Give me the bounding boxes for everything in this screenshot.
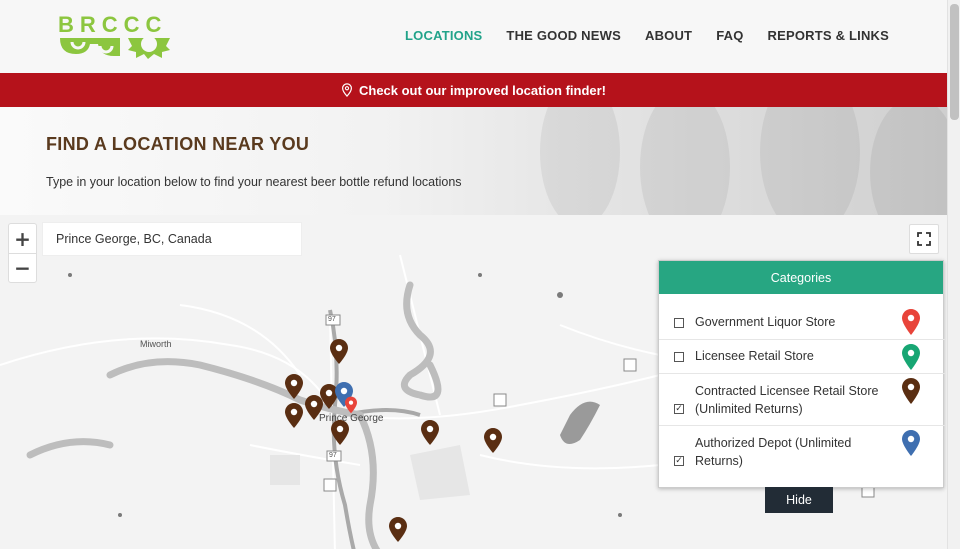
nav-faq[interactable]: FAQ — [716, 28, 743, 43]
marker-contracted-retail[interactable] — [389, 517, 407, 542]
category-checkbox-checked[interactable]: ✓ — [674, 456, 684, 466]
category-label: Government Liquor Store — [695, 315, 836, 329]
marker-contracted-retail[interactable] — [484, 428, 502, 453]
banner-text: Check out our improved location finder! — [358, 82, 607, 98]
map-label-highway: 97 — [329, 452, 337, 459]
brown-map-pin-icon — [902, 378, 920, 404]
scrollbar-thumb[interactable] — [950, 4, 959, 120]
red-map-pin-icon — [902, 309, 920, 335]
brccc-logo[interactable]: BRCCC — [58, 12, 172, 60]
category-checkbox[interactable] — [674, 318, 684, 328]
hero-section: FIND A LOCATION NEAR YOU Type in your lo… — [0, 107, 947, 215]
map-label-highway: 97 — [328, 316, 336, 323]
blue-map-pin-icon — [902, 430, 920, 456]
nav-the-good-news[interactable]: THE GOOD NEWS — [506, 28, 621, 43]
fullscreen-button[interactable] — [909, 224, 939, 254]
zoom-out-button[interactable]: − — [9, 253, 36, 282]
marker-contracted-retail[interactable] — [285, 374, 303, 399]
category-label: Authorized Depot (Unlimited Returns) — [695, 436, 852, 468]
zoom-in-button[interactable]: + — [9, 224, 36, 253]
categories-title: Categories — [659, 261, 943, 294]
page-title: FIND A LOCATION NEAR YOU — [46, 134, 310, 154]
hero-bottle-decoration — [540, 107, 620, 215]
main-nav: LOCATIONS THE GOOD NEWS ABOUT FAQ REPORT… — [405, 28, 889, 43]
site-header: BRCCC LOCATIONS THE GOOD NEWS ABOUT FAQ … — [0, 0, 947, 73]
nav-reports-links[interactable]: REPORTS & LINKS — [768, 28, 889, 43]
map-label-miworth: Miworth — [140, 339, 172, 349]
hero-bottle-decoration — [870, 107, 947, 215]
hide-categories-button[interactable]: Hide — [765, 487, 833, 513]
marker-contracted-retail[interactable] — [285, 403, 303, 428]
fullscreen-icon — [917, 232, 931, 246]
category-checkbox-checked[interactable]: ✓ — [674, 404, 684, 414]
nav-about[interactable]: ABOUT — [645, 28, 692, 43]
page-subtitle: Type in your location below to find your… — [46, 175, 462, 189]
green-map-pin-icon — [902, 344, 920, 370]
location-search-input[interactable]: Prince George, BC, Canada — [42, 222, 302, 256]
marker-contracted-retail[interactable] — [331, 420, 349, 445]
promo-banner[interactable]: Check out our improved location finder! — [0, 73, 947, 107]
nav-locations[interactable]: LOCATIONS — [405, 28, 482, 43]
marker-current-location[interactable] — [345, 396, 357, 414]
hero-bottle-decoration — [760, 107, 860, 215]
category-label: Contracted Licensee Retail Store (Unlimi… — [695, 384, 879, 416]
logo-bottlecap-icon — [60, 36, 170, 59]
category-contracted-licensee[interactable]: ✓ Contracted Licensee Retail Store (Unli… — [659, 373, 945, 425]
marker-contracted-retail[interactable] — [421, 420, 439, 445]
categories-panel: Categories Government Liquor Store Licen… — [658, 260, 945, 488]
marker-contracted-retail[interactable] — [330, 339, 348, 364]
zoom-control: + − — [8, 223, 37, 283]
category-government-liquor[interactable]: Government Liquor Store — [659, 305, 945, 339]
hero-bottle-decoration — [640, 107, 730, 215]
map-label-prince-george: Prince George — [319, 413, 384, 424]
page-scrollbar[interactable] — [947, 0, 960, 549]
category-checkbox[interactable] — [674, 352, 684, 362]
map-pin-icon — [341, 83, 352, 97]
category-authorized-depot[interactable]: ✓ Authorized Depot (Unlimited Returns) — [659, 425, 945, 477]
category-licensee-retail[interactable]: Licensee Retail Store — [659, 339, 945, 373]
category-label: Licensee Retail Store — [695, 349, 814, 363]
